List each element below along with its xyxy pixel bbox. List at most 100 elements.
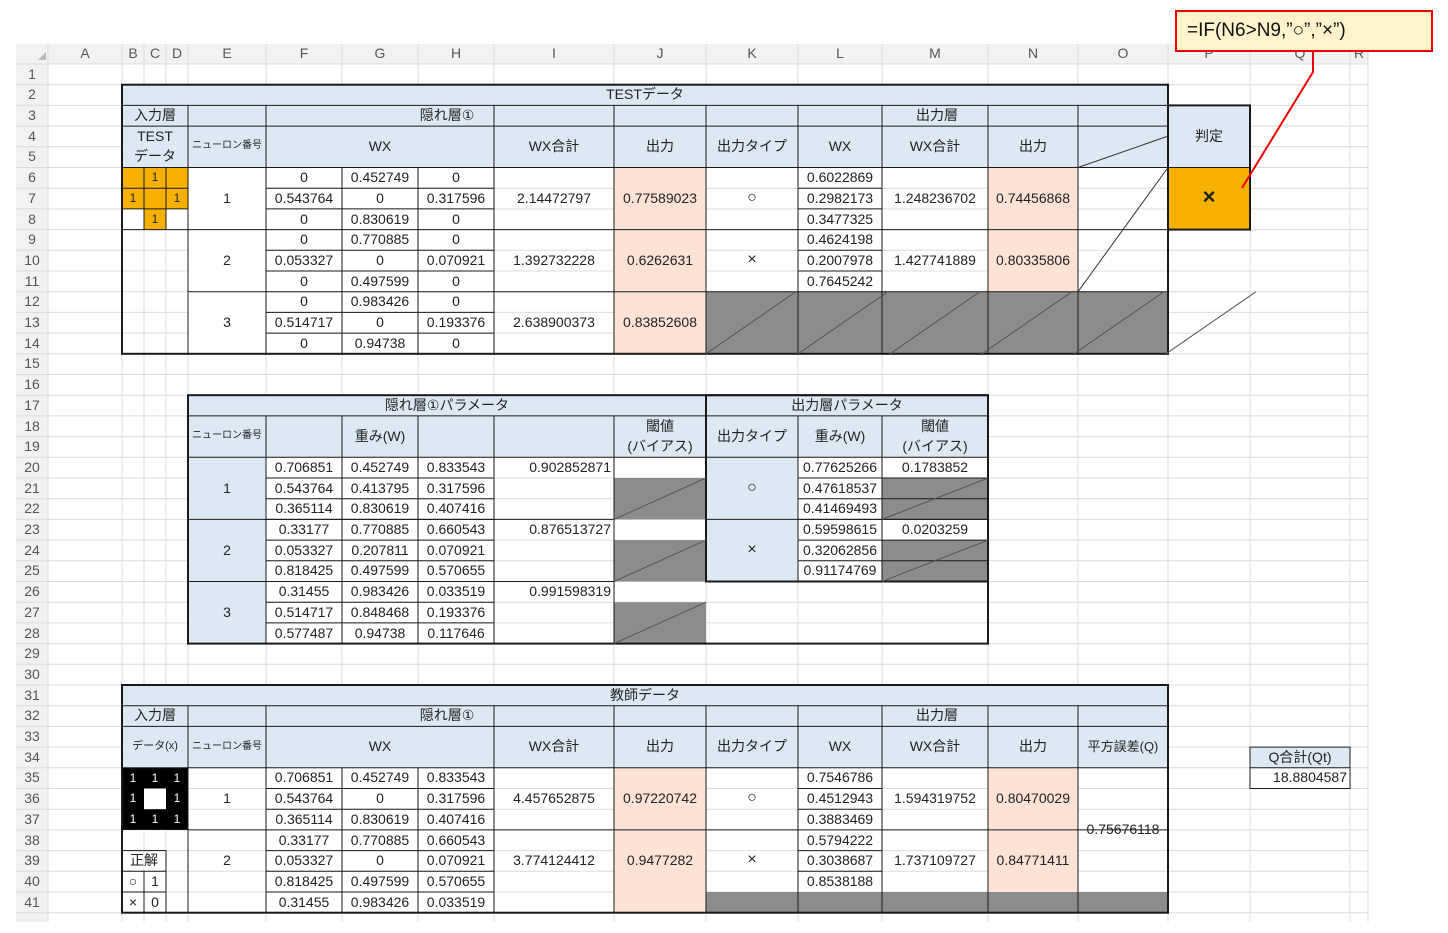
row-header: 14 bbox=[24, 334, 40, 351]
output-type: ○ bbox=[747, 478, 757, 496]
hidden-weight-cell: 0.830619 bbox=[350, 500, 410, 517]
hidden-wx-cell: 0.407416 bbox=[426, 810, 486, 827]
row-header: 22 bbox=[24, 500, 40, 517]
hidden-wx-cell: 0 bbox=[376, 852, 384, 869]
wx-header: WX bbox=[368, 738, 392, 755]
hidden-weight-cell: 0.053327 bbox=[274, 541, 334, 558]
neuron-number: 2 bbox=[223, 852, 231, 869]
row-header: 13 bbox=[24, 314, 40, 331]
hidden-weight-cell: 0.848468 bbox=[350, 603, 410, 620]
row-header: 6 bbox=[28, 169, 36, 186]
hidden-wx-cell: 0 bbox=[452, 169, 460, 186]
wx-sum-header: WX合計 bbox=[909, 738, 961, 755]
row-header: 17 bbox=[24, 396, 40, 413]
row-header: 36 bbox=[24, 790, 40, 807]
row-header: 41 bbox=[24, 893, 40, 910]
hidden-wx-cell: 0.770885 bbox=[350, 831, 410, 848]
hidden-weight-cell: 0.452749 bbox=[350, 458, 410, 475]
hidden-wx-cell: 0.452749 bbox=[350, 769, 410, 786]
row-header: 8 bbox=[28, 210, 36, 227]
row-header: 10 bbox=[24, 251, 40, 268]
neuron-number: 2 bbox=[223, 541, 231, 558]
hidden-wx-cell: 0.570655 bbox=[426, 872, 486, 889]
column-header: O bbox=[1117, 45, 1129, 62]
output-wx-cell: 0.4512943 bbox=[806, 790, 874, 807]
wx-sum-header: WX合計 bbox=[528, 738, 580, 755]
column-header: N bbox=[1027, 45, 1039, 62]
output-wx-sum: 1.248236702 bbox=[894, 189, 976, 206]
column-header: C bbox=[149, 45, 161, 62]
wx-sum-header: WX合計 bbox=[528, 138, 580, 155]
row-header: 40 bbox=[24, 872, 40, 889]
hidden-wx-sum: 2.638900373 bbox=[513, 314, 595, 331]
output-wx-cell: 0.8538188 bbox=[806, 872, 874, 889]
output-layer-header: 出力層 bbox=[916, 707, 958, 724]
hidden-wx-cell: 0.497599 bbox=[350, 272, 410, 289]
input-cell: 1 bbox=[151, 811, 159, 826]
row-header: 20 bbox=[24, 458, 40, 475]
input-cell: 1 bbox=[151, 770, 159, 785]
weight-header: 重み(W) bbox=[814, 427, 866, 444]
row-header: 35 bbox=[24, 769, 40, 786]
hidden-weight-cell: 0.31455 bbox=[278, 583, 330, 600]
hidden-weight-cell: 0.033519 bbox=[426, 583, 486, 600]
hidden-weight-cell: 0.514717 bbox=[274, 603, 334, 620]
column-header: I bbox=[552, 45, 556, 62]
column-header: A bbox=[80, 45, 90, 62]
data-label: データ bbox=[134, 148, 176, 165]
output-weight-cell: 0.32062856 bbox=[803, 541, 877, 558]
hidden-wx-cell: 0 bbox=[300, 293, 308, 310]
hidden-weight-cell: 0.070921 bbox=[426, 541, 486, 558]
judge-value: × bbox=[1202, 184, 1216, 210]
input-cell: 1 bbox=[129, 811, 137, 826]
row-header: 1 bbox=[28, 65, 36, 82]
hidden-wx-cell: 0.830619 bbox=[350, 810, 410, 827]
hidden-wx-cell: 0.833543 bbox=[426, 769, 486, 786]
wx-header: WX bbox=[368, 138, 392, 155]
column-header: M bbox=[929, 45, 941, 62]
hidden-wx-cell: 0.497599 bbox=[350, 872, 410, 889]
hidden-wx-cell: 0.31455 bbox=[278, 893, 330, 910]
input-cell: 1 bbox=[151, 170, 159, 185]
wx-header: WX bbox=[828, 738, 852, 755]
hidden-wx-cell: 0.830619 bbox=[350, 210, 410, 227]
neuron-no-header: ニューロン番号 bbox=[192, 430, 262, 442]
output-weight-cell: 0.47618537 bbox=[803, 479, 877, 496]
spreadsheet[interactable]: A B C D E F G H I J K L M N O P Q R 1 2 3 4 5 6 7 8 9 10 11 12 13 14 15 1… bbox=[0, 0, 1448, 933]
hidden-wx-cell: 0.706851 bbox=[274, 769, 334, 786]
neuron-no-header: ニューロン番号 bbox=[192, 740, 262, 752]
output-type: × bbox=[747, 851, 757, 869]
output-wx-cell: 0.3477325 bbox=[806, 210, 874, 227]
teacher-title: 教師データ bbox=[610, 686, 680, 703]
column-header: H bbox=[450, 45, 462, 62]
row-header: 11 bbox=[24, 272, 40, 289]
hidden-bias: 0.902852871 bbox=[529, 458, 611, 475]
output-header: 出力 bbox=[1019, 138, 1047, 155]
input-cell: 1 bbox=[173, 791, 181, 806]
sq-err-value: 0.75676118 bbox=[1086, 821, 1160, 838]
row-header: 25 bbox=[24, 562, 40, 579]
row-header: 28 bbox=[24, 624, 40, 641]
row-header: 24 bbox=[24, 541, 40, 558]
hidden-weight-cell: 0.770885 bbox=[350, 521, 410, 538]
hidden-wx-cell: 0.770885 bbox=[350, 231, 410, 248]
row-header: 32 bbox=[24, 707, 40, 724]
hidden-wx-cell: 0.365114 bbox=[275, 810, 333, 827]
hidden-weight-cell: 0.317596 bbox=[426, 479, 486, 496]
hidden-weight-cell: 0.117646 bbox=[427, 624, 485, 641]
hidden-wx-cell: 0.33177 bbox=[278, 831, 330, 848]
hidden-wx-cell: 0 bbox=[376, 189, 384, 206]
hidden-output: 0.77589023 bbox=[623, 189, 697, 206]
hidden-weight-cell: 0.983426 bbox=[350, 583, 410, 600]
input-cell: 1 bbox=[173, 190, 181, 205]
hidden-weight-cell: 0.543764 bbox=[274, 479, 334, 496]
hidden-wx-cell: 0.543764 bbox=[274, 189, 334, 206]
hidden-output: 0.9477282 bbox=[626, 852, 694, 869]
output-type: ○ bbox=[747, 188, 757, 206]
output-type: × bbox=[747, 250, 757, 268]
output-type: ○ bbox=[747, 789, 757, 807]
output-header: 出力 bbox=[646, 138, 674, 155]
bias-header: (バイアス) bbox=[627, 438, 693, 455]
output-header: 出力 bbox=[646, 738, 674, 755]
answer-type: × bbox=[128, 893, 138, 910]
